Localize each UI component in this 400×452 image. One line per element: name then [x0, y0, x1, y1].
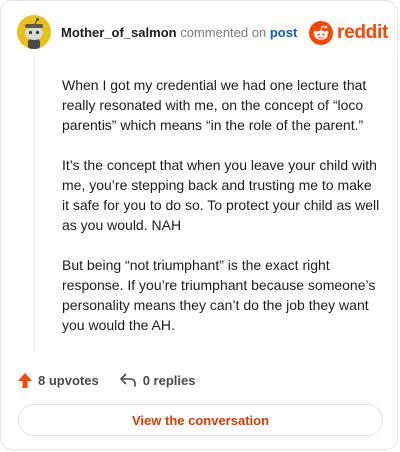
- thread-line: [34, 57, 35, 353]
- reply-button[interactable]: 0 replies: [119, 372, 196, 388]
- brand-wordmark: reddit: [337, 22, 388, 43]
- view-conversation-button[interactable]: View the conversation: [18, 404, 383, 436]
- reply-arrow-icon: [119, 373, 136, 387]
- comment-paragraph: When I got my credential we had one lect…: [62, 77, 367, 133]
- comment-body: When I got my credential we had one lect…: [62, 75, 382, 355]
- upvote-button[interactable]: 8 upvotes: [17, 372, 99, 389]
- upvote-count: 8 upvotes: [38, 372, 99, 388]
- brand-logo[interactable]: reddit: [309, 21, 388, 45]
- comment-paragraph: But being “not triumphant” is the exact …: [62, 257, 376, 333]
- comment-paragraph: It’s the concept that when you leave you…: [62, 157, 380, 233]
- action-text: commented on: [180, 25, 267, 40]
- upvote-arrow-icon: [18, 372, 32, 388]
- snoo-avatar-icon: [17, 15, 51, 49]
- post-link[interactable]: post: [270, 25, 297, 40]
- comment-header: Mother_of_salmon commented on post: [61, 25, 297, 40]
- comment-actions: 8 upvotes 0 replies: [17, 369, 195, 391]
- reddit-logo-icon: [309, 21, 333, 45]
- reply-count: 0 replies: [142, 372, 196, 388]
- comment-card: Mother_of_salmon commented on post reddi…: [0, 0, 398, 450]
- user-avatar[interactable]: [17, 15, 51, 49]
- username-link[interactable]: Mother_of_salmon: [61, 25, 177, 40]
